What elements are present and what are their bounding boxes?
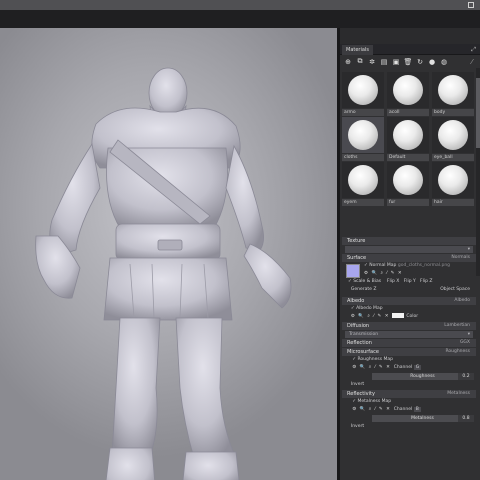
folder-icon[interactable]: ▣ <box>391 57 401 67</box>
palette-icon[interactable]: ◍ <box>439 57 449 67</box>
sphere-icon[interactable]: ● <box>427 57 437 67</box>
normal-map-tools: ⚙ 🔍 ⌕ ⁄ ✎ ✕ <box>342 270 476 278</box>
maximize-panel-icon[interactable]: ⤢ <box>471 46 476 54</box>
materials-panel: Materials ⤢ ⊕ ⧉ ✲ ▤ ▣ 🗑 ↻ ● ◍ ⁄ armo aco… <box>340 44 480 480</box>
roughness-map-row: ✓ Roughness Map <box>348 357 393 362</box>
menu-bar <box>0 10 480 28</box>
channel-select[interactable]: B <box>413 407 421 412</box>
sphere-preview <box>438 75 468 105</box>
material-label: body <box>432 109 474 116</box>
settings-icon[interactable]: ✲ <box>367 57 377 67</box>
material-thumb[interactable]: armo <box>342 72 384 116</box>
metalness-tools-row: ⚙ 🔍 ⌕ ⁄ ✎ ✕ Channel B <box>352 407 421 412</box>
surface-section-header[interactable]: Surface Normals <box>342 254 476 262</box>
material-thumb[interactable]: eye_ball <box>432 117 474 161</box>
texture-section-header[interactable]: Texture <box>342 237 476 245</box>
map-tool-icons[interactable]: ⚙ 🔍 ⌕ ⁄ ✎ ✕ <box>364 270 403 278</box>
reflectivity-section-header[interactable]: Reflectivity Metalness <box>342 390 476 398</box>
metalness-map-row: ✓ Metalness Map <box>348 399 392 404</box>
surface-options-row: ✓ Scale & Bias Flip X Flip Y Flip Z <box>348 279 433 284</box>
material-grid-scrollbar[interactable] <box>476 68 480 276</box>
sphere-preview <box>393 165 423 195</box>
material-label: cloths <box>342 154 384 161</box>
material-thumb[interactable]: Default <box>387 117 429 161</box>
material-label: eye_ball <box>432 154 474 161</box>
roughness-invert-row: Invert <box>350 382 365 387</box>
sphere-preview <box>438 165 468 195</box>
character-model <box>35 67 292 480</box>
albedo-section-header[interactable]: Albedo Albedo <box>342 297 476 305</box>
albedo-map-row: ✓ Albedo Map <box>348 306 383 311</box>
normal-map-block: ✓ Normal Map god_cloths_normal.png ⚙ 🔍 ⌕… <box>342 262 476 296</box>
minimize-button[interactable] <box>468 2 474 8</box>
surface-mode[interactable]: Normals <box>451 254 470 262</box>
metalness-slider[interactable]: Metalness 0.8 <box>372 415 474 422</box>
title-bar <box>0 0 480 10</box>
material-grid: armo acoll body cloths Default eye_ball … <box>342 72 476 206</box>
material-label: hair <box>432 199 474 206</box>
albedo-tools-row: ⚙ 🔍 ⌕ ⁄ ✎ ✕ Color <box>350 313 419 319</box>
microsurface-section-header[interactable]: Microsurface Roughness <box>342 348 476 356</box>
sync-icon[interactable]: ↻ <box>415 57 425 67</box>
diffusion-section-header[interactable]: Diffusion Lambertian <box>342 322 476 330</box>
scrollbar-thumb[interactable] <box>476 78 480 148</box>
window-controls <box>468 0 474 10</box>
sphere-preview <box>393 120 423 150</box>
panel-tab-bar: Materials ⤢ <box>340 44 480 55</box>
material-thumb[interactable]: hair <box>432 162 474 206</box>
material-thumb[interactable]: acoll <box>387 72 429 116</box>
transmission-dropdown[interactable]: Transmission <box>345 331 473 338</box>
material-thumb-selected[interactable]: cloths <box>342 117 384 161</box>
tab-materials[interactable]: Materials <box>342 45 373 55</box>
sphere-preview <box>348 120 378 150</box>
material-thumb[interactable]: eyem <box>342 162 384 206</box>
material-thumb[interactable]: body <box>432 72 474 116</box>
sphere-preview <box>348 165 378 195</box>
material-label: fur <box>387 199 429 206</box>
metalness-invert-row: Invert <box>350 424 365 429</box>
generate-z-row: Generate Z Object Space <box>350 287 470 292</box>
material-thumb[interactable]: fur <box>387 162 429 206</box>
material-label: eyem <box>342 199 384 206</box>
texture-dropdown[interactable] <box>345 246 473 253</box>
material-label: armo <box>342 109 384 116</box>
reflection-section-header[interactable]: Reflection GGX <box>342 339 476 347</box>
channel-select[interactable]: G <box>413 365 422 370</box>
metalness-value[interactable]: 0.8 <box>458 415 474 422</box>
delete-icon[interactable]: 🗑 <box>403 57 413 67</box>
sphere-preview <box>348 75 378 105</box>
pin-icon[interactable]: ⁄ <box>467 57 477 67</box>
roughness-value[interactable]: 0.2 <box>458 373 474 380</box>
add-icon[interactable]: ⊕ <box>343 57 353 67</box>
sphere-preview <box>393 75 423 105</box>
normal-map-row: ✓ Normal Map god_cloths_normal.png <box>364 263 451 268</box>
3d-viewport[interactable] <box>0 28 337 480</box>
material-properties: Texture SurfaceNormals ✓ Normal Map god_… <box>342 236 476 431</box>
import-icon[interactable]: ▤ <box>379 57 389 67</box>
sphere-preview <box>438 120 468 150</box>
material-label: acoll <box>387 109 429 116</box>
albedo-color-swatch[interactable] <box>392 313 405 318</box>
roughness-tools-row: ⚙ 🔍 ⌕ ⁄ ✎ ✕ Channel G <box>352 365 422 370</box>
duplicate-icon[interactable]: ⧉ <box>355 57 365 67</box>
material-label: Default <box>387 154 429 161</box>
roughness-slider[interactable]: Roughness 0.2 <box>372 373 474 380</box>
materials-toolbar: ⊕ ⧉ ✲ ▤ ▣ 🗑 ↻ ● ◍ ⁄ <box>340 55 480 68</box>
